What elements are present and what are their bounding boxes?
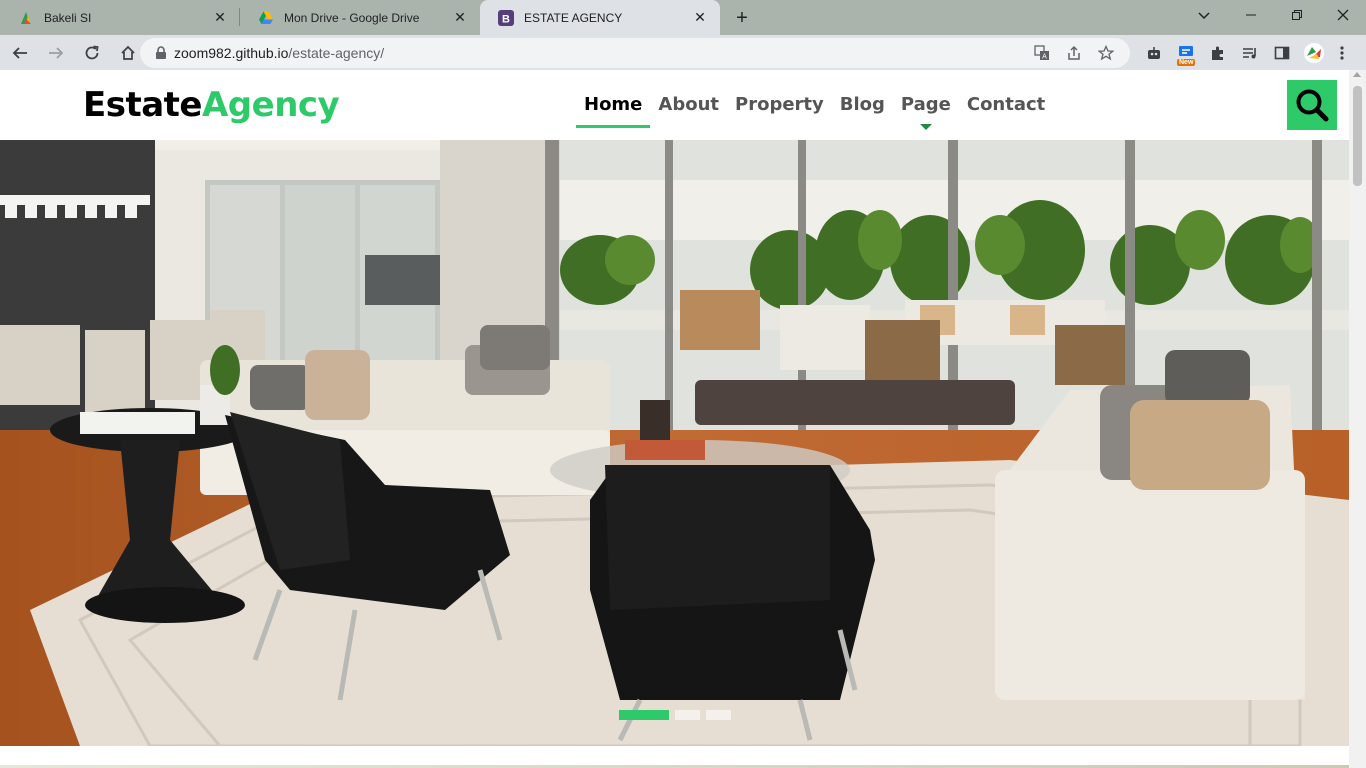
web-page: EstateAgency Home About Property Blog Pa… xyxy=(0,70,1349,768)
nav-contact[interactable]: Contact xyxy=(959,92,1053,123)
translate-icon[interactable]: A xyxy=(1026,38,1058,68)
carousel-indicator-2[interactable] xyxy=(675,710,700,720)
back-arrow-icon[interactable] xyxy=(4,39,36,67)
nav-about[interactable]: About xyxy=(650,92,727,123)
new-badge: New xyxy=(1177,59,1196,66)
robot-extension-icon[interactable] xyxy=(1138,35,1170,70)
main-menu: Home About Property Blog Page Contact xyxy=(576,92,1053,130)
reload-icon[interactable] xyxy=(76,39,108,67)
close-icon[interactable]: ✕ xyxy=(692,9,708,26)
nav-page-label: Page xyxy=(900,94,951,115)
new-extension-icon[interactable]: New xyxy=(1170,35,1202,70)
bootstrap-b-icon: B xyxy=(498,9,514,26)
close-window-icon[interactable] xyxy=(1320,0,1366,30)
nav-page-dropdown[interactable]: Page xyxy=(893,92,959,130)
carousel-indicator-1[interactable] xyxy=(619,710,669,720)
media-queue-icon[interactable] xyxy=(1234,35,1266,70)
tab-title: ESTATE AGENCY xyxy=(524,10,623,25)
carousel-indicator-3[interactable] xyxy=(706,710,731,720)
share-icon[interactable] xyxy=(1058,38,1090,68)
bookmark-star-icon[interactable] xyxy=(1090,38,1122,68)
puzzle-extensions-icon[interactable] xyxy=(1202,35,1234,70)
carousel-indicators xyxy=(619,710,731,720)
svg-text:A: A xyxy=(1042,54,1047,61)
restore-icon[interactable] xyxy=(1274,0,1320,30)
search-button[interactable] xyxy=(1287,80,1337,130)
forward-arrow-icon[interactable] xyxy=(40,39,72,67)
hero-carousel[interactable] xyxy=(0,140,1349,746)
dropdown-caret-icon xyxy=(919,124,932,130)
scroll-up-arrow-icon[interactable] xyxy=(1353,72,1361,77)
lock-icon[interactable] xyxy=(154,46,168,60)
page-scrollbar[interactable] xyxy=(1349,70,1366,768)
svg-text:B: B xyxy=(502,13,510,25)
omnibox-actions: A xyxy=(1026,38,1122,68)
google-drive-icon xyxy=(258,10,274,26)
address-bar[interactable]: zoom982.github.io/estate-agency/ A xyxy=(140,38,1130,68)
site-logo[interactable]: EstateAgency xyxy=(83,85,340,125)
browser-tab-strip: Bakeli SI ✕ Mon Drive - Google Drive ✕ B… xyxy=(0,0,1366,35)
tab-title: Mon Drive - Google Drive xyxy=(284,10,420,25)
browser-tab-google-drive[interactable]: Mon Drive - Google Drive ✕ xyxy=(240,0,480,35)
nav-home[interactable]: Home xyxy=(576,92,651,128)
search-icon xyxy=(1296,89,1329,122)
scrollbar-thumb[interactable] xyxy=(1353,86,1362,186)
nav-property[interactable]: Property xyxy=(727,92,832,123)
url-text: zoom982.github.io/estate-agency/ xyxy=(174,45,385,61)
nav-blog[interactable]: Blog xyxy=(832,92,893,123)
side-panel-icon[interactable] xyxy=(1266,35,1298,70)
extensions-area: New xyxy=(1138,35,1354,70)
browser-toolbar: zoom982.github.io/estate-agency/ A New xyxy=(0,35,1366,70)
site-navbar: EstateAgency Home About Property Blog Pa… xyxy=(0,70,1349,140)
minimize-icon[interactable] xyxy=(1228,0,1274,30)
new-tab-button[interactable]: + xyxy=(728,4,756,32)
tab-search-chevron-icon[interactable] xyxy=(1192,6,1216,26)
profile-avatar-icon[interactable] xyxy=(1298,35,1330,70)
browser-tab-bakeli[interactable]: Bakeli SI ✕ xyxy=(0,0,240,35)
window-controls xyxy=(1228,0,1366,30)
tab-title: Bakeli SI xyxy=(44,10,92,25)
close-icon[interactable]: ✕ xyxy=(452,9,468,26)
hero-image xyxy=(0,140,1349,746)
kebab-menu-icon[interactable] xyxy=(1330,35,1354,70)
close-icon[interactable]: ✕ xyxy=(212,9,228,26)
bakeli-logo-icon xyxy=(18,10,34,26)
browser-tab-estate-agency[interactable]: B ESTATE AGENCY ✕ xyxy=(480,0,720,35)
